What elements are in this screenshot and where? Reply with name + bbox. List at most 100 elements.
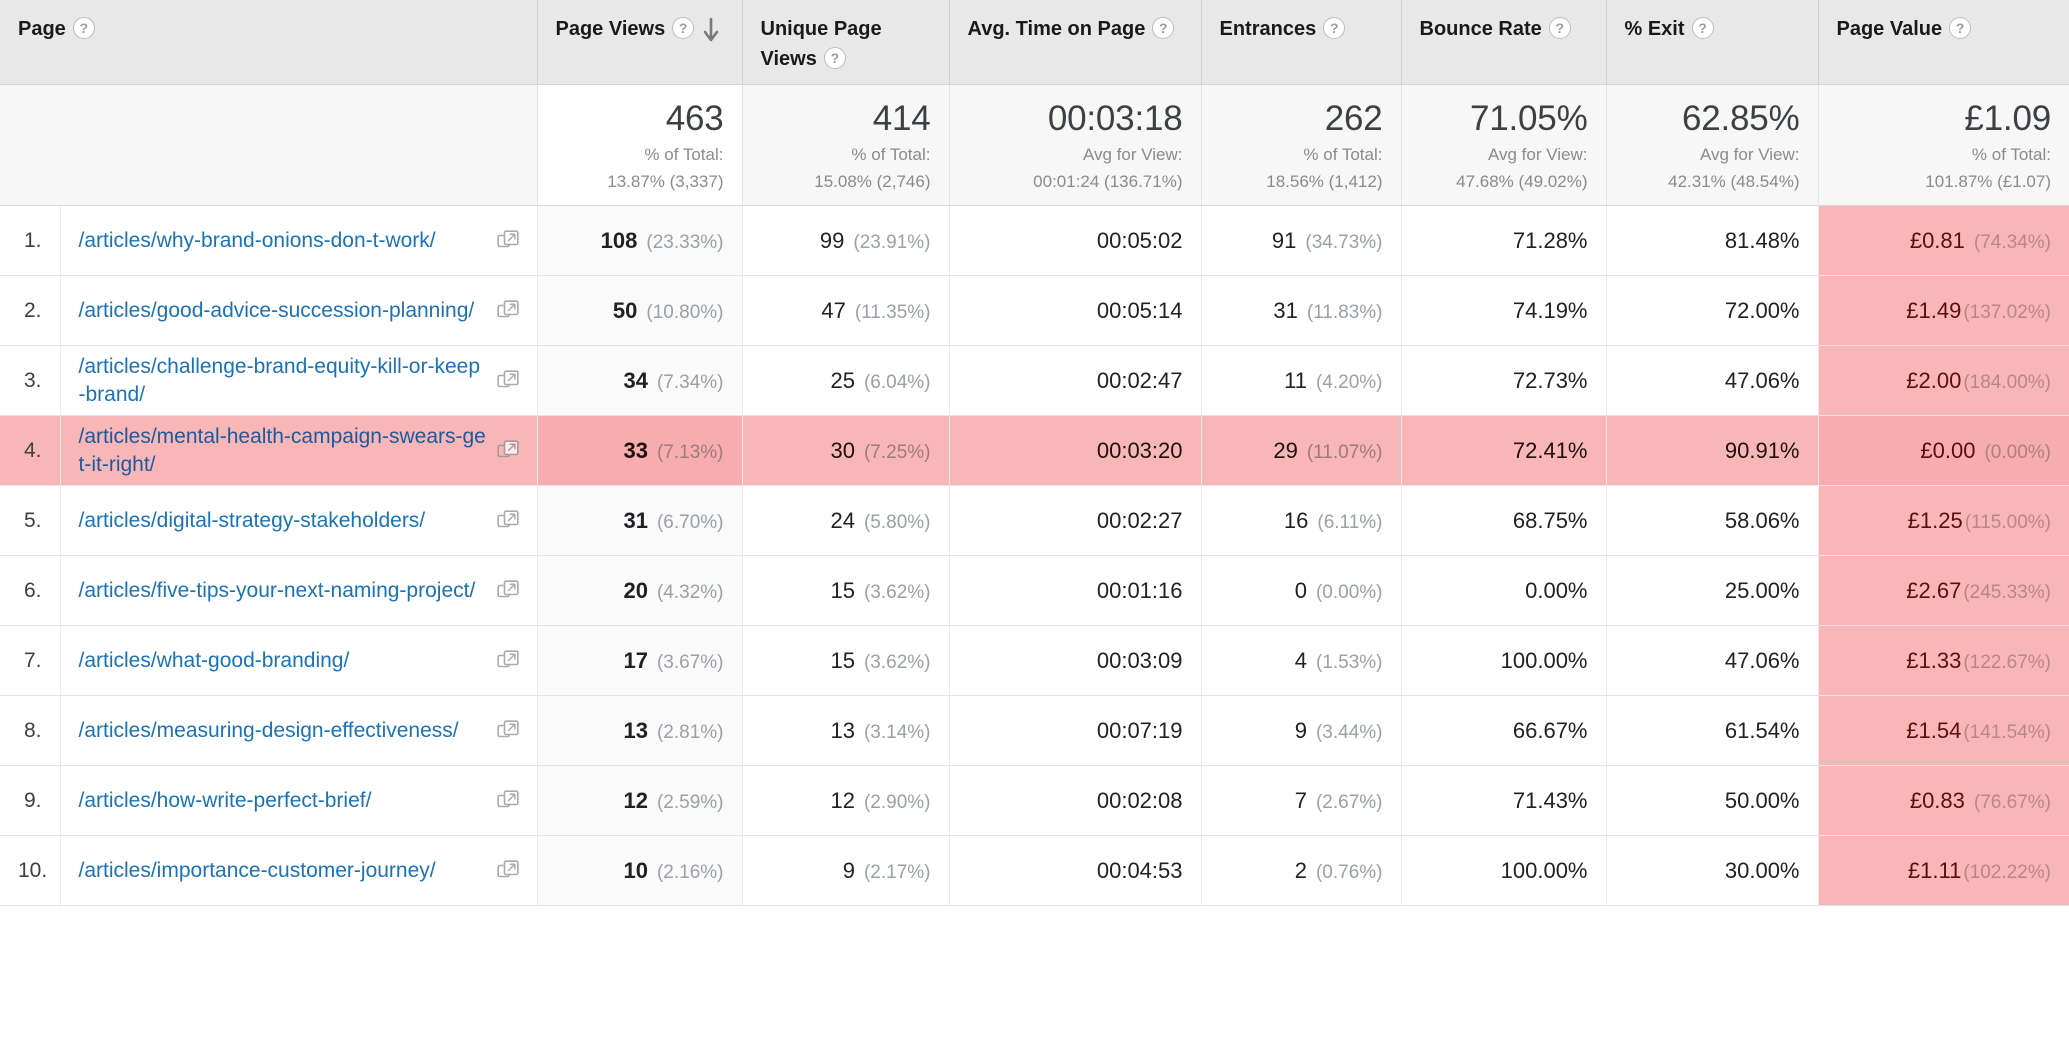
page-url-link[interactable]: /articles/how-write-perfect-brief/: [79, 787, 372, 815]
help-icon-page-views[interactable]: ?: [672, 17, 695, 39]
avg-time-on-page-value: 00:05:02: [1096, 227, 1183, 253]
page-url-link[interactable]: /articles/challenge-brand-equity-kill-or…: [79, 353, 487, 409]
entrances-cell: 9 (3.44%): [1201, 695, 1402, 766]
entrances-cell: 16 (6.11%): [1201, 485, 1402, 556]
arrow-down-icon[interactable]: [702, 16, 720, 46]
page-url-link[interactable]: /articles/importance-customer-journey/: [79, 857, 436, 885]
exit-rate-cell: 30.00%: [1606, 835, 1819, 906]
column-header-page[interactable]: Page?: [0, 0, 538, 85]
help-icon-bounce-rate[interactable]: ?: [1548, 17, 1571, 39]
page-url-link[interactable]: /articles/why-brand-onions-don-t-work/: [79, 227, 436, 255]
table-row[interactable]: 3. /articles/challenge-brand-equity-kill-…: [0, 345, 2069, 416]
page-views-value: 13: [623, 717, 648, 743]
external-link-icon[interactable]: [496, 299, 519, 322]
external-link-icon[interactable]: [496, 509, 519, 532]
summary-label-bounce-rate: Avg for View:: [1487, 145, 1588, 164]
bounce-rate-cell: 74.19%: [1401, 275, 1607, 346]
page-views-cell: 34 (7.34%): [537, 345, 743, 416]
page-url-link[interactable]: /articles/measuring-design-effectiveness…: [79, 717, 459, 745]
page-url-link[interactable]: /articles/five-tips-your-next-naming-pro…: [79, 577, 476, 605]
entrances-value: 4: [1294, 647, 1307, 673]
page-value-cell: £1.54 (141.54%): [1818, 695, 2069, 766]
external-link-icon[interactable]: [496, 439, 519, 462]
table-row[interactable]: 7. /articles/what-good-branding/17 (3.67%)…: [0, 625, 2069, 696]
table-row[interactable]: 9. /articles/how-write-perfect-brief/12 (2…: [0, 765, 2069, 836]
external-link-icon[interactable]: [496, 859, 519, 882]
page-views-value: 34: [623, 367, 648, 393]
external-link-icon[interactable]: [496, 649, 519, 672]
page-cell: /articles/challenge-brand-equity-kill-or…: [60, 345, 538, 416]
column-header-page-views-label: Page Views: [555, 18, 666, 40]
exit-rate-value: 47.06%: [1724, 647, 1800, 673]
page-views-percent: (10.80%): [646, 301, 724, 323]
help-icon-page[interactable]: ?: [72, 17, 95, 39]
help-icon-avg-time-on-page[interactable]: ?: [1152, 17, 1175, 39]
unique-page-views-percent: (5.80%): [863, 511, 931, 533]
table-row[interactable]: 6. /articles/five-tips-your-next-naming-p…: [0, 555, 2069, 626]
unique-page-views-percent: (23.91%): [853, 231, 931, 253]
help-icon-page-value[interactable]: ?: [1949, 17, 1972, 39]
table-row[interactable]: 1. /articles/why-brand-onions-don-t-work/…: [0, 205, 2069, 276]
page-views-value: 108: [600, 227, 638, 253]
avg-time-on-page-cell: 00:07:19: [949, 695, 1202, 766]
page-url-link[interactable]: /articles/what-good-branding/: [79, 647, 350, 675]
page-value-cell: £0.83 (76.67%): [1818, 765, 2069, 836]
page-value-value: £0.83: [1909, 787, 1965, 813]
page-views-value: 12: [623, 787, 648, 813]
avg-time-on-page-value: 00:03:20: [1096, 437, 1183, 463]
column-header-page-value[interactable]: Page Value?: [1818, 0, 2069, 85]
column-header-entrances[interactable]: Entrances?: [1201, 0, 1402, 85]
summary-cell-avg-time-on-page: 00:03:18 Avg for View: 00:01:24 (136.71%…: [949, 84, 1202, 206]
exit-rate-cell: 47.06%: [1606, 345, 1819, 416]
table-row[interactable]: 4. /articles/mental-health-campaign-swear…: [0, 415, 2069, 486]
entrances-percent: (0.00%): [1315, 581, 1383, 603]
unique-page-views-cell: 24 (5.80%): [742, 485, 950, 556]
avg-time-on-page-cell: 00:02:08: [949, 765, 1202, 836]
page-value-percent: (115.00%): [1964, 511, 2051, 533]
summary-label-page-value: % of Total:: [1971, 145, 2051, 164]
help-icon-unique-page-views[interactable]: ?: [823, 47, 846, 69]
page-views-value: 10: [623, 857, 648, 883]
page-views-value: 31: [623, 507, 648, 533]
avg-time-on-page-value: 00:05:14: [1096, 297, 1183, 323]
avg-time-on-page-value: 00:02:08: [1096, 787, 1183, 813]
summary-label-exit: Avg for View:: [1699, 145, 1800, 164]
entrances-value: 9: [1294, 717, 1307, 743]
bounce-rate-cell: 0.00%: [1401, 555, 1607, 626]
table-row[interactable]: 5. /articles/digital-strategy-stakeholder…: [0, 485, 2069, 556]
entrances-cell: 7 (2.67%): [1201, 765, 1402, 836]
table-body: 463 % of Total: 13.87% (3,337) 414 % of …: [0, 84, 2069, 906]
column-header-exit[interactable]: % Exit?: [1606, 0, 1819, 85]
exit-rate-value: 30.00%: [1724, 857, 1800, 883]
table-row[interactable]: 8. /articles/measuring-design-effectivene…: [0, 695, 2069, 766]
page-value-value: £0.00: [1920, 437, 1976, 463]
entrances-cell: 11 (4.20%): [1201, 345, 1402, 416]
external-link-icon[interactable]: [496, 229, 519, 252]
unique-page-views-cell: 30 (7.25%): [742, 415, 950, 486]
page-views-cell: 33 (7.13%): [537, 415, 743, 486]
row-index: 4.: [0, 415, 61, 486]
bounce-rate-value: 72.73%: [1512, 367, 1588, 393]
external-link-icon[interactable]: [496, 579, 519, 602]
table-row[interactable]: 2. /articles/good-advice-succession-plann…: [0, 275, 2069, 346]
avg-time-on-page-value: 00:01:16: [1096, 577, 1183, 603]
bounce-rate-cell: 71.28%: [1401, 205, 1607, 276]
column-header-page-views[interactable]: Page Views?: [537, 0, 743, 85]
help-icon-entrances[interactable]: ?: [1323, 17, 1346, 39]
page-url-link[interactable]: /articles/digital-strategy-stakeholders/: [79, 507, 426, 535]
page-url-link[interactable]: /articles/good-advice-succession-plannin…: [79, 297, 475, 325]
column-header-avg-time-on-page[interactable]: Avg. Time on Page?: [949, 0, 1202, 85]
column-header-unique-page-views[interactable]: Unique Page Views?: [742, 0, 950, 85]
column-header-exit-label: % Exit: [1624, 18, 1685, 40]
column-header-bounce-rate[interactable]: Bounce Rate?: [1401, 0, 1607, 85]
page-url-link[interactable]: /articles/mental-health-campaign-swears-…: [79, 423, 487, 479]
entrances-percent: (11.83%): [1306, 301, 1383, 323]
page-value-percent: (0.00%): [1984, 441, 2051, 463]
entrances-percent: (2.67%): [1315, 791, 1383, 813]
help-icon-exit[interactable]: ?: [1691, 17, 1714, 39]
external-link-icon[interactable]: [496, 789, 519, 812]
table-row[interactable]: 10. /articles/importance-customer-journey…: [0, 835, 2069, 906]
page-views-value: 50: [612, 297, 638, 323]
external-link-icon[interactable]: [496, 369, 519, 392]
external-link-icon[interactable]: [496, 719, 519, 742]
